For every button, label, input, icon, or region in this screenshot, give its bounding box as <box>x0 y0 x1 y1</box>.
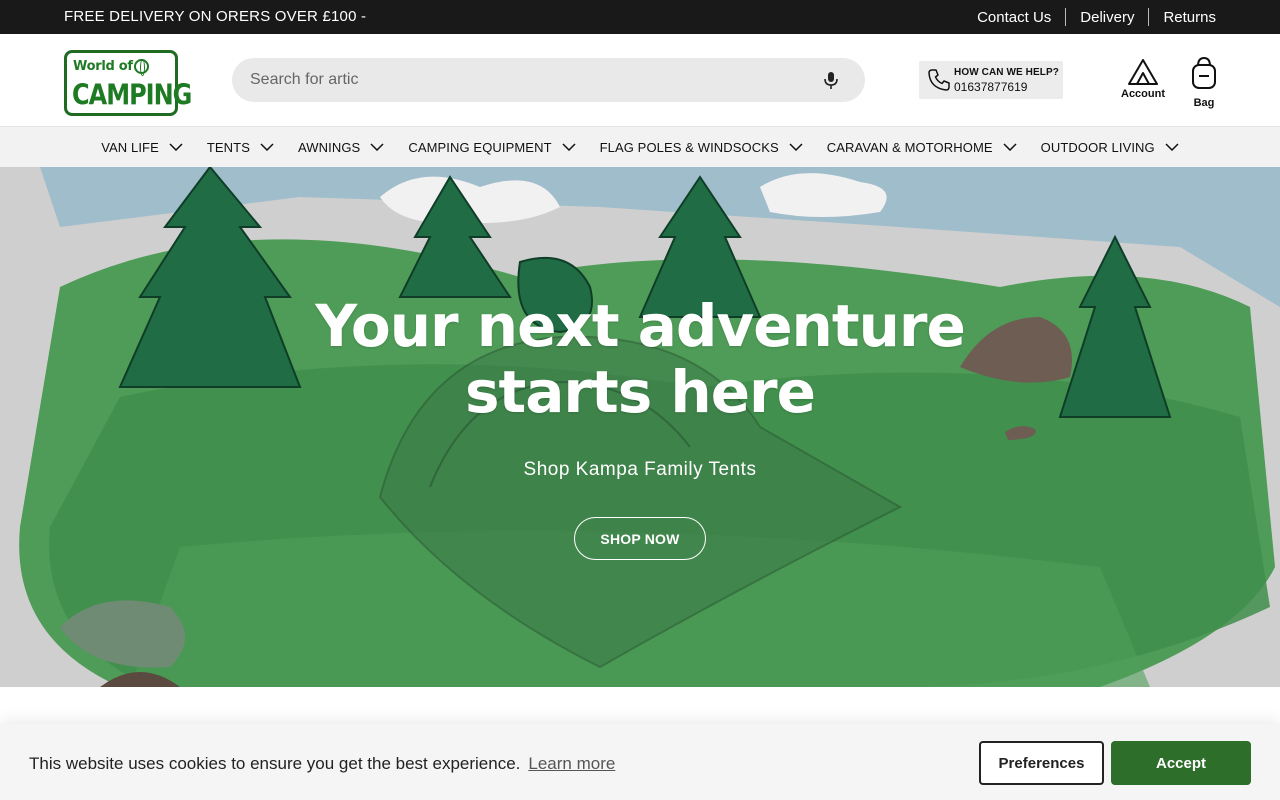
nav-label: FLAG POLES & WINDSOCKS <box>599 139 779 155</box>
search-bar <box>232 58 865 102</box>
bag-button[interactable]: Bag <box>1186 56 1222 109</box>
hero-title-line1: Your next adventure <box>315 292 966 360</box>
tent-account-icon <box>1128 59 1158 85</box>
hero-title-line2: starts here <box>465 358 816 426</box>
search-input[interactable] <box>250 58 810 102</box>
nav-item-awnings[interactable]: AWNINGS <box>298 140 384 155</box>
chevron-down-icon <box>370 143 384 151</box>
nav-item-caravan-motorhome[interactable]: CARAVAN & MOTORHOME <box>827 140 1017 155</box>
nav-item-flag-poles[interactable]: FLAG POLES & WINDSOCKS <box>600 140 803 155</box>
nav-label: VAN LIFE <box>101 139 159 155</box>
cookie-banner: This website uses cookies to ensure you … <box>0 724 1280 800</box>
chevron-down-icon <box>169 143 183 151</box>
help-title: HOW CAN WE HELP? <box>954 67 1059 78</box>
nav-item-camping-equipment[interactable]: CAMPING EQUIPMENT <box>408 139 576 155</box>
help-box[interactable]: HOW CAN WE HELP? 01637877619 <box>919 61 1063 99</box>
hero-illustration <box>0 167 1280 687</box>
divider <box>1065 8 1067 26</box>
returns-link[interactable]: Returns <box>1163 9 1216 26</box>
bag-icon <box>1192 56 1216 89</box>
bag-label: Bag <box>1193 97 1215 109</box>
promo-text: FREE DELIVERY ON ORERS OVER £100 - <box>64 8 367 25</box>
shop-now-button[interactable]: SHOP NOW <box>574 517 706 560</box>
chevron-down-icon <box>260 143 274 151</box>
contact-us-link[interactable]: Contact Us <box>977 9 1051 26</box>
nav-item-van-life[interactable]: VAN LIFE <box>101 140 183 155</box>
learn-more-link[interactable]: Learn more <box>528 754 615 773</box>
utility-links: Contact Us Delivery Returns <box>977 0 1216 34</box>
site-logo[interactable]: World of CAMPING <box>64 50 192 116</box>
preferences-button[interactable]: Preferences <box>979 741 1104 785</box>
nav-label: OUTDOOR LIVING <box>1040 139 1155 155</box>
cookie-message: This website uses cookies to ensure you … <box>29 754 521 773</box>
help-phone: 01637877619 <box>954 80 1028 94</box>
nav-label: TENTS <box>206 139 250 155</box>
logo-line1: World of <box>73 59 133 74</box>
announcement-bar: FREE DELIVERY ON ORERS OVER £100 - Conta… <box>0 0 1280 34</box>
nav-label: CAMPING EQUIPMENT <box>408 139 552 155</box>
chevron-down-icon <box>789 143 803 151</box>
globe-icon <box>133 59 149 76</box>
hero-banner: Your next adventure starts here Shop Kamp… <box>0 167 1280 687</box>
main-navigation: VAN LIFE TENTS AWNINGS CAMPING EQUIPMENT… <box>0 126 1280 167</box>
account-label: Account <box>1121 88 1165 100</box>
delivery-link[interactable]: Delivery <box>1080 9 1134 26</box>
nav-label: AWNINGS <box>298 139 361 155</box>
accept-button[interactable]: Accept <box>1111 741 1251 785</box>
nav-item-tents[interactable]: TENTS <box>207 140 274 155</box>
hero-subtitle: Shop Kampa Family Tents <box>523 459 757 480</box>
account-button[interactable]: Account <box>1118 58 1168 108</box>
phone-icon <box>928 69 950 91</box>
chevron-down-icon <box>1003 143 1017 151</box>
site-header: World of CAMPING HOW CAN WE HELP? 016378… <box>0 34 1280 126</box>
logo-top: World of <box>73 59 149 76</box>
divider <box>1148 8 1150 26</box>
microphone-icon[interactable] <box>821 70 841 90</box>
hero-title: Your next adventure starts here <box>0 293 1280 425</box>
nav-label: CARAVAN & MOTORHOME <box>826 139 993 155</box>
chevron-down-icon <box>562 143 576 151</box>
cookie-message-row: This website uses cookies to ensure you … <box>29 754 615 774</box>
logo-line2: CAMPING <box>72 78 192 112</box>
nav-item-outdoor-living[interactable]: OUTDOOR LIVING <box>1041 140 1179 155</box>
chevron-down-icon <box>1165 143 1179 151</box>
